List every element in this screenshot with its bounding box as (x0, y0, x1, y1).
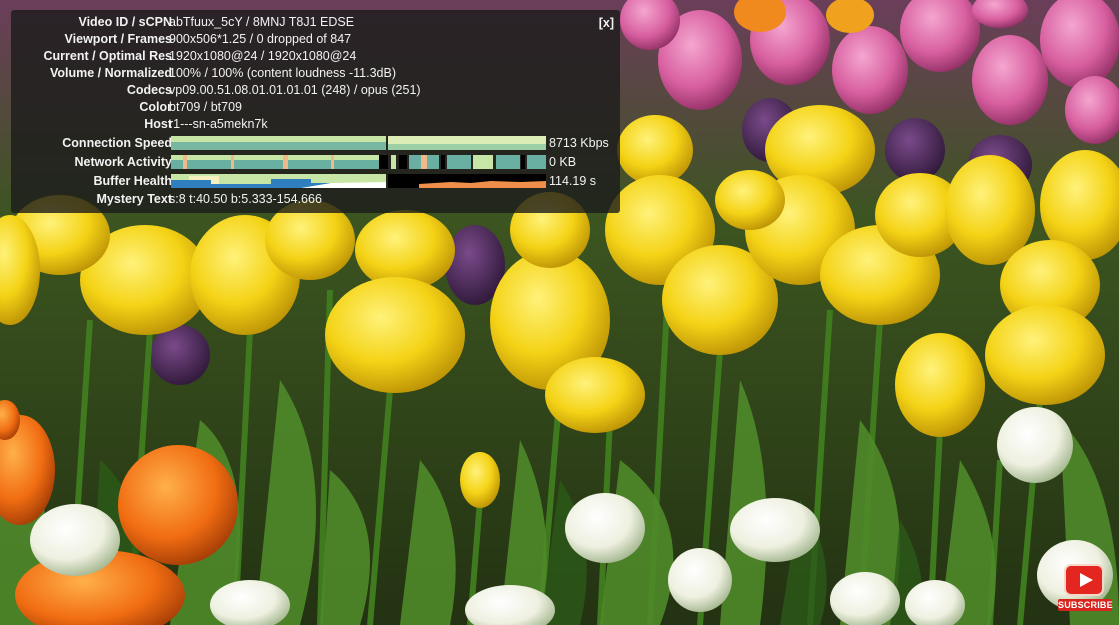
subscribe-watermark[interactable]: SUBSCRIBE (1058, 564, 1113, 616)
stats-row-mystery-text: Mystery Text s:8 t:40.50 b:5.333-154.666 (11, 191, 620, 208)
stats-row-volume: Volume / Normalized 100% / 100% (content… (11, 65, 620, 82)
stats-label: Codecs (126, 83, 172, 97)
network-activity-graph (171, 155, 546, 169)
stats-label: Color (139, 100, 172, 114)
stats-label: Buffer Health (93, 174, 172, 188)
stats-row-connection-speed: Connection Speed 8713 Kbps (11, 135, 620, 152)
stats-row-color: Color bt709 / bt709 (11, 99, 620, 116)
connection-speed-graph (171, 136, 546, 150)
stats-row-network-activity: Network Activity 0 KB (11, 154, 620, 171)
subscribe-label: SUBSCRIBE (1058, 599, 1113, 611)
stats-value: 1920x1080@24 / 1920x1080@24 (169, 49, 357, 63)
stats-value: vp09.00.51.08.01.01.01.01 (248) / opus (… (169, 83, 421, 97)
stats-label: Connection Speed (62, 136, 172, 150)
stats-value: 8713 Kbps (549, 136, 609, 150)
stats-value: 100% / 100% (content loudness -11.3dB) (169, 66, 396, 80)
stats-value: 114.19 s (549, 174, 597, 188)
buffer-health-graph (171, 174, 546, 188)
stats-label: Current / Optimal Res (43, 49, 173, 63)
stats-value: 900x506*1.25 / 0 dropped of 847 (169, 32, 352, 46)
stats-value: s:8 t:40.50 b:5.333-154.666 (169, 192, 322, 206)
stats-row-buffer-health: Buffer Health 114.19 s (11, 173, 620, 190)
stats-row-codecs: Codecs vp09.00.51.08.01.01.01.01 (248) /… (11, 82, 620, 99)
stats-label: Viewport / Frames (64, 32, 172, 46)
stats-label: Volume / Normalized (49, 66, 172, 80)
youtube-play-icon (1064, 564, 1104, 596)
stats-value: 0 KB (549, 155, 577, 169)
stats-value: r1---sn-a5mekn7k (169, 117, 268, 131)
stats-label: Network Activity (74, 155, 172, 169)
stats-label: Mystery Text (96, 192, 173, 206)
stats-row-viewport: Viewport / Frames 900x506*1.25 / 0 dropp… (11, 31, 620, 48)
stats-label: Host (144, 117, 172, 131)
stats-for-nerds-panel: [x] Video ID / sCPN abTfuux_5cY / 8MNJ T… (11, 10, 620, 213)
stats-row-resolution: Current / Optimal Res 1920x1080@24 / 192… (11, 48, 620, 65)
stats-value: bt709 / bt709 (169, 100, 242, 114)
stats-row-host: Host r1---sn-a5mekn7k (11, 116, 620, 133)
stats-value: abTfuux_5cY / 8MNJ T8J1 EDSE (169, 15, 355, 29)
stats-row-video-id: Video ID / sCPN abTfuux_5cY / 8MNJ T8J1 … (11, 14, 620, 31)
stats-label: Video ID / sCPN (78, 15, 172, 29)
